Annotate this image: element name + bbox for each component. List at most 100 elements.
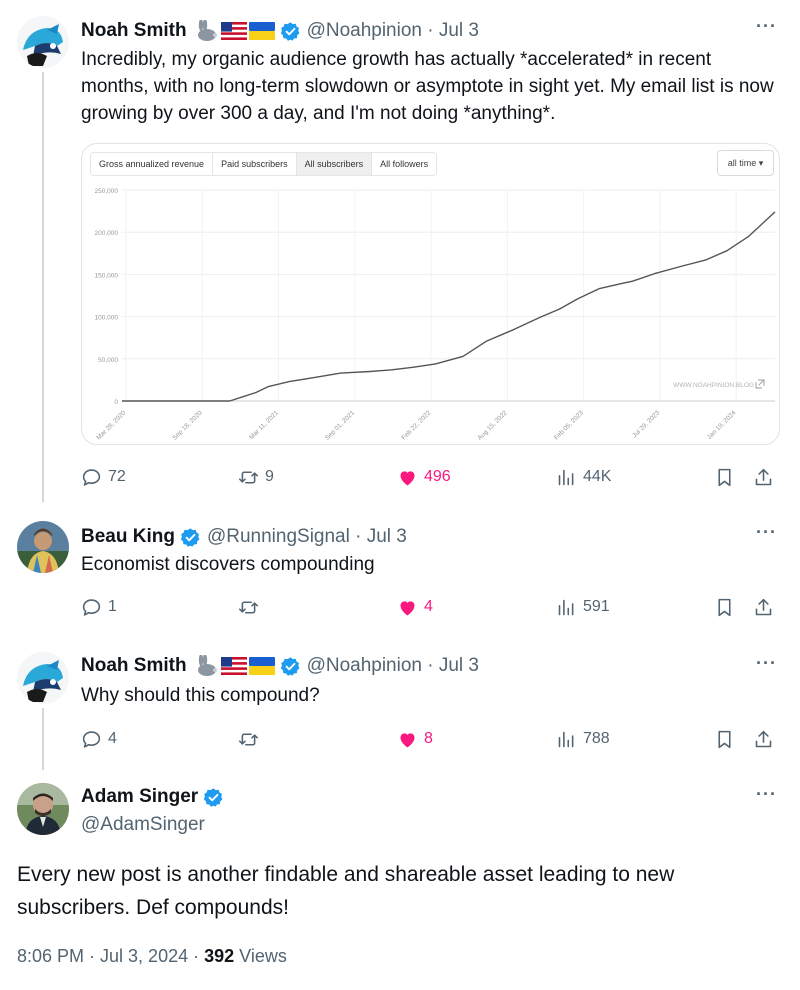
tweet-1[interactable]: Noah Smith @Noahpinion · Jul 3 ··· Incre…	[0, 0, 800, 500]
ukraine-flag-icon	[248, 22, 275, 40]
x-tick-label: Jul 29, 2023	[631, 409, 661, 439]
main-tweet-text: Every new post is another findable and s…	[17, 863, 675, 919]
verified-badge-icon	[203, 787, 223, 807]
us-flag-icon	[220, 657, 247, 675]
like-button[interactable]: 8	[397, 727, 433, 751]
avatar[interactable]	[17, 16, 69, 68]
reply-button[interactable]: 1	[81, 595, 117, 619]
verified-badge-icon	[280, 21, 299, 41]
subscriber-chart: 250,000 200,000 150,000 100,000 50,000 0 Mar 2…	[95, 188, 776, 442]
analytics-icon	[558, 599, 574, 615]
more-options-button[interactable]: ···	[756, 784, 777, 805]
tweet-header: Beau King @RunningSignal · Jul 3	[81, 524, 407, 550]
ukraine-flag-icon	[248, 657, 275, 675]
share-icon	[755, 730, 772, 747]
verified-badge-icon	[180, 527, 200, 547]
y-tick-label: 150,000	[95, 272, 119, 279]
retweet-icon	[238, 600, 259, 614]
more-options-button[interactable]: ···	[756, 16, 777, 37]
bookmark-button[interactable]	[714, 465, 735, 489]
tweet-text: Economist discovers compounding	[81, 554, 375, 575]
retweet-button[interactable]	[238, 595, 265, 619]
author-name[interactable]: Noah Smith	[81, 655, 187, 677]
heart-filled-icon	[400, 470, 415, 485]
reply-button[interactable]: 72	[81, 465, 126, 489]
tweet-timestamp[interactable]: 8:06 PM · Jul 3, 2024 ·	[17, 946, 204, 966]
analytics-icon	[558, 731, 574, 747]
bookmark-button[interactable]	[714, 727, 735, 751]
reply-count: 4	[108, 730, 117, 747]
heart-filled-icon	[400, 600, 415, 615]
share-button[interactable]	[753, 727, 774, 751]
tweet-text: Why should this compound?	[81, 685, 320, 706]
like-count: 496	[424, 468, 451, 485]
author-name[interactable]: Noah Smith	[81, 20, 187, 42]
tweet-2[interactable]: Beau King @RunningSignal · Jul 3 ··· Eco…	[0, 505, 800, 635]
author-handle[interactable]: @RunningSignal · Jul 3	[207, 526, 407, 548]
external-link-icon	[755, 379, 765, 389]
avatar-image	[17, 16, 69, 68]
author-handle[interactable]: @AdamSinger	[81, 814, 205, 836]
share-icon	[755, 468, 772, 485]
tweet-header: Adam Singer	[81, 784, 224, 810]
retweet-icon	[238, 732, 259, 746]
tweet-actions: 1 4 591	[81, 595, 776, 619]
views-button[interactable]: 788	[556, 727, 610, 751]
views-count: 591	[583, 598, 610, 615]
avatar-image	[17, 783, 69, 835]
avatar[interactable]	[17, 783, 69, 835]
retweet-button[interactable]: 9	[238, 465, 274, 489]
y-tick-label: 200,000	[95, 230, 119, 237]
name-emoji	[193, 655, 275, 677]
like-count: 4	[424, 598, 433, 615]
avatar[interactable]	[17, 521, 69, 573]
more-options-button[interactable]: ···	[756, 522, 777, 543]
tweet-actions: 4 8 788	[81, 727, 776, 751]
reply-icon	[82, 730, 101, 748]
like-button[interactable]: 496	[397, 465, 451, 489]
views-button[interactable]: 44K	[556, 465, 611, 489]
views-button[interactable]: 591	[556, 595, 610, 619]
x-tick-label: Mar 28, 2020	[95, 409, 127, 441]
rabbit-icon	[197, 655, 217, 676]
y-tick-label: 50,000	[98, 357, 118, 364]
chart-card[interactable]: Gross annualized revenue Paid subscriber…	[81, 143, 780, 445]
views-count: 788	[583, 730, 610, 747]
watermark-label: WWW.NOAHPINION.BLOG	[673, 382, 754, 389]
handle-row: @AdamSinger	[81, 812, 205, 838]
more-options-button[interactable]: ···	[756, 653, 777, 674]
tweet-actions: 72 9 496 44K	[81, 465, 776, 489]
us-flag-icon	[220, 22, 247, 40]
author-handle[interactable]: @Noahpinion · Jul 3	[307, 655, 479, 677]
reply-icon	[82, 468, 101, 486]
x-tick-label: Feb 05, 2023	[553, 409, 585, 441]
x-tick-label: Feb 22, 2022	[400, 409, 432, 441]
share-button[interactable]	[753, 595, 774, 619]
views-count: 392	[204, 946, 235, 966]
x-tick-label: Mar 11, 2021	[248, 409, 280, 441]
author-name[interactable]: Adam Singer	[81, 786, 198, 808]
tweet-meta: 8:06 PM · Jul 3, 2024 · 392 Views	[17, 946, 287, 967]
analytics-icon	[558, 469, 574, 485]
like-button[interactable]: 4	[397, 595, 433, 619]
retweet-button[interactable]	[238, 727, 265, 751]
share-button[interactable]	[753, 465, 774, 489]
reply-icon	[82, 598, 101, 616]
y-tick-label: 100,000	[95, 315, 119, 322]
avatar[interactable]	[17, 652, 69, 704]
bookmark-icon	[718, 598, 731, 616]
avatar-image	[17, 521, 69, 573]
reply-button[interactable]: 4	[81, 727, 117, 751]
reply-count: 72	[108, 468, 126, 485]
x-tick-label: Jan 19, 2024	[706, 409, 738, 441]
author-name[interactable]: Beau King	[81, 526, 175, 548]
retweet-icon	[238, 470, 259, 484]
heart-filled-icon	[400, 732, 415, 747]
tweet-text: Incredibly, my organic audience growth h…	[81, 49, 774, 124]
tweet-3[interactable]: Noah Smith @Noahpinion · Jul 3 ··· Why s…	[0, 636, 800, 766]
bookmark-icon	[718, 730, 731, 748]
views-label: Views	[234, 946, 287, 966]
bookmark-button[interactable]	[714, 595, 735, 619]
author-handle[interactable]: @Noahpinion · Jul 3	[307, 20, 479, 42]
x-tick-label: Sep 01, 2021	[324, 409, 357, 442]
